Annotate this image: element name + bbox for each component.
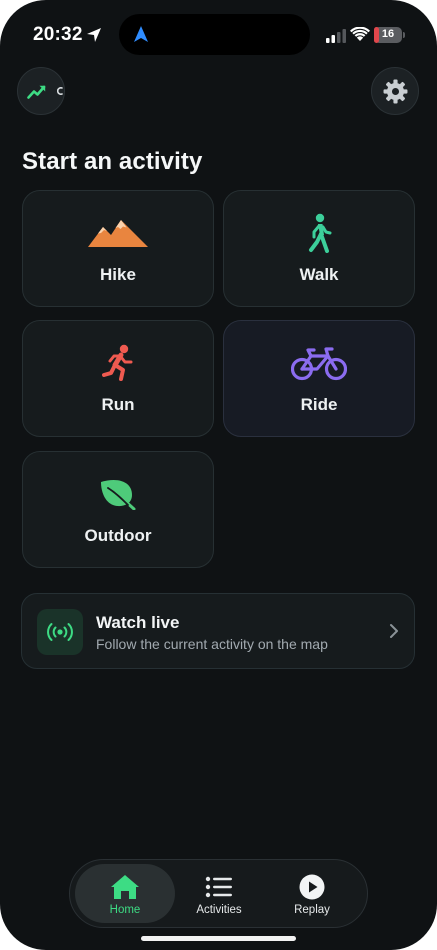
activity-card-run[interactable]: Run: [22, 320, 214, 437]
home-indicator: [141, 936, 296, 941]
tab-label: Home: [109, 904, 141, 916]
watch-live-icon-box: [37, 609, 83, 655]
trend-up-icon: [27, 85, 46, 99]
activity-label: Outdoor: [84, 526, 152, 545]
house-icon: [111, 875, 139, 899]
list-icon: [205, 876, 232, 898]
tab-home[interactable]: Home: [75, 864, 175, 923]
tab-label: Activities: [196, 904, 242, 916]
status-time: 20:32: [33, 24, 83, 45]
mountains-icon: [88, 220, 148, 247]
app-screen: 20:32 16 Start an activity Hike Walk Run…: [0, 0, 437, 950]
cellular-signal-icon: [326, 29, 346, 43]
location-arrow-icon: [87, 28, 101, 42]
leaf-icon: [101, 479, 136, 510]
gear-icon: [383, 79, 408, 104]
watch-live-title: Watch live: [96, 613, 180, 632]
section-title: Start an activity: [22, 148, 203, 175]
battery-indicator: 16: [374, 27, 402, 43]
walking-person-icon: [309, 213, 332, 253]
bicycle-icon: [291, 347, 347, 381]
watch-live-card[interactable]: Watch live Follow the current activity o…: [21, 593, 415, 669]
activity-card-walk[interactable]: Walk: [223, 190, 415, 307]
tab-activities[interactable]: Activities: [169, 864, 269, 923]
activity-label: Walk: [299, 265, 339, 284]
wifi-icon: [350, 27, 370, 41]
battery-level: 16: [381, 28, 395, 40]
activity-label: Hike: [100, 265, 136, 284]
bottom-tab-bar: Home Activities Replay: [69, 859, 368, 928]
tab-replay[interactable]: Replay: [262, 864, 362, 923]
watch-live-subtitle: Follow the current activity on the map: [96, 636, 328, 652]
activity-label: Run: [101, 395, 135, 414]
stats-button[interactable]: [17, 67, 65, 115]
activity-card-outdoor[interactable]: Outdoor: [22, 451, 214, 568]
activity-label: Ride: [300, 395, 338, 414]
broadcast-icon: [47, 623, 73, 641]
navigation-arrow-icon: [134, 26, 148, 42]
play-circle-icon: [299, 874, 325, 900]
chevron-right-icon: [390, 624, 398, 638]
loading-indicator-icon: [57, 87, 63, 95]
battery-tip: [403, 32, 405, 38]
activity-card-ride[interactable]: Ride: [223, 320, 415, 437]
tab-label: Replay: [294, 904, 330, 916]
settings-button[interactable]: [371, 67, 419, 115]
activity-card-hike[interactable]: Hike: [22, 190, 214, 307]
running-person-icon: [102, 344, 133, 381]
